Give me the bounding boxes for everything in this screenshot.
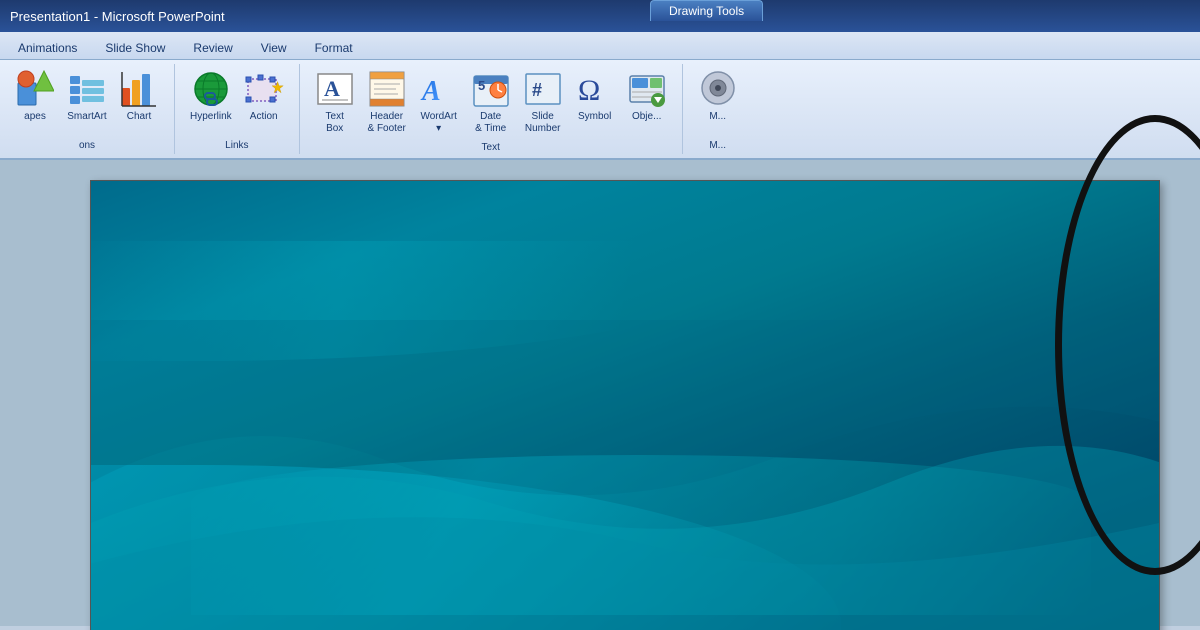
shapes-button[interactable]: apes [10,66,60,126]
group-media: M... M... [683,64,753,154]
tab-view[interactable]: View [247,37,301,59]
links-buttons: Hyperlink [181,64,293,138]
group-text: A TextBox [300,64,683,154]
media-buttons: M... [689,64,747,138]
text-group-label: Text [306,140,676,156]
text-buttons: A TextBox [306,64,676,140]
group-links: Hyperlink [175,64,300,154]
shapes-icon [15,69,55,109]
date-time-label: Date& Time [475,111,506,135]
title-bar: Presentation1 - Microsoft PowerPoint Dra… [0,0,1200,32]
slide-svg-waves [91,320,1159,630]
tab-slideshow[interactable]: Slide Show [91,37,179,59]
links-group-label: Links [181,138,293,154]
media-group-label: M... [689,138,747,154]
textbox-label: TextBox [326,111,344,135]
hyperlink-label: Hyperlink [190,111,232,123]
svg-text:#: # [532,80,542,100]
slide-canvas[interactable] [90,180,1160,630]
hyperlink-icon [191,69,231,109]
hyperlink-button[interactable]: Hyperlink [185,66,237,126]
slide-number-icon: # [523,69,563,109]
tab-animations[interactable]: Animations [4,37,91,59]
ribbon-toolbar: apes SmartArt [0,60,1200,160]
svg-text:Ω: Ω [578,74,600,107]
illustrations-group-label: ons [6,138,168,154]
shapes-label: apes [24,111,46,123]
object-label: Obje... [632,111,661,123]
wordart-label: WordArt▾ [420,111,457,135]
symbol-button[interactable]: Ω Symbol [570,66,620,126]
action-icon [244,69,284,109]
textbox-button[interactable]: A TextBox [310,66,360,138]
chart-icon [119,69,159,109]
action-button[interactable]: Action [239,66,289,126]
ribbon-tabs-row: Animations Slide Show Review View Format [0,32,1200,60]
media-label: M... [709,111,726,123]
date-time-icon: 5 [471,69,511,109]
wordart-icon: A [419,69,459,109]
slide-number-button[interactable]: # SlideNumber [518,66,568,138]
drawing-tools-badge: Drawing Tools [650,0,763,21]
smartart-label: SmartArt [67,111,106,123]
media-button[interactable]: M... [693,66,743,126]
svg-text:5: 5 [478,78,485,93]
app-title: Presentation1 - Microsoft PowerPoint [10,9,1190,24]
header-footer-button[interactable]: Header& Footer [362,66,412,138]
date-time-button[interactable]: 5 Date& Time [466,66,516,138]
slide-area [0,160,1200,626]
object-icon [627,69,667,109]
action-label: Action [250,111,278,123]
smartart-icon [67,69,107,109]
wordart-button[interactable]: A WordArt▾ [414,66,464,138]
svg-text:A: A [324,76,340,101]
tab-review[interactable]: Review [179,37,246,59]
object-button[interactable]: Obje... [622,66,672,126]
slide-number-label: SlideNumber [525,111,561,135]
smartart-button[interactable]: SmartArt [62,66,112,126]
chart-label: Chart [127,111,151,123]
chart-button[interactable]: Chart [114,66,164,126]
tab-format[interactable]: Format [301,37,367,59]
header-footer-icon [367,69,407,109]
group-illustrations: apes SmartArt [0,64,175,154]
symbol-icon: Ω [575,69,615,109]
svg-text:A: A [420,76,441,107]
symbol-label: Symbol [578,111,611,123]
illustrations-buttons: apes SmartArt [6,64,168,138]
header-footer-label: Header& Footer [368,111,406,135]
textbox-icon: A [315,69,355,109]
media-icon [698,69,738,109]
